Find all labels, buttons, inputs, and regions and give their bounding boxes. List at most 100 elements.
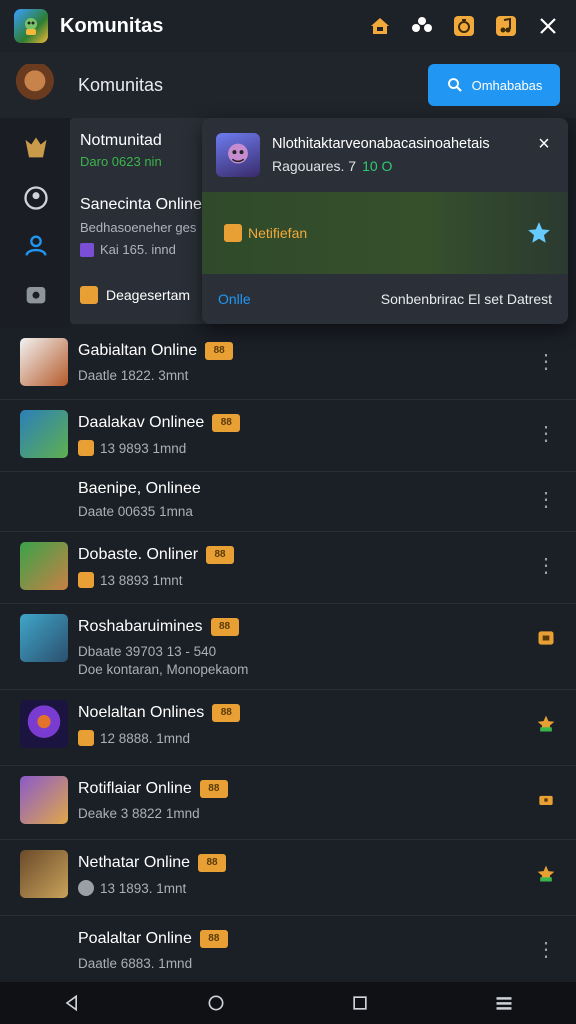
left-rail bbox=[0, 118, 70, 328]
search-community-button[interactable]: Omhababas bbox=[428, 64, 560, 106]
list-item[interactable]: Baenipe, Onlinee Daate 00635 1mna ⋮ bbox=[0, 472, 576, 532]
community-avatar bbox=[16, 64, 58, 106]
profile-icon[interactable] bbox=[18, 180, 54, 216]
popup-subtitle-row: Ragouares. 7 10 O bbox=[272, 158, 554, 174]
card-row2-sub: Bedhasoeneher ges bbox=[80, 220, 197, 235]
list-item[interactable]: Roshabaruimines 88 Dbaate 39703 13 - 540 … bbox=[0, 604, 576, 690]
more-options-icon[interactable]: ⋮ bbox=[536, 490, 556, 510]
avatar bbox=[20, 850, 68, 898]
rank-badge: 88 bbox=[199, 780, 228, 798]
recents-icon[interactable] bbox=[348, 991, 372, 1015]
member-name: Dobaste. Onliner bbox=[78, 546, 199, 563]
member-name: Daalakav Onlinee bbox=[78, 414, 205, 431]
list-item[interactable]: Dobaste. Onliner 88 13 8893 1mnt ⋮ bbox=[0, 532, 576, 604]
back-icon[interactable] bbox=[60, 991, 84, 1015]
member-meta: Daate 00635 1mna bbox=[78, 504, 193, 519]
trophy-icon[interactable] bbox=[536, 628, 556, 648]
users-icon[interactable] bbox=[18, 228, 54, 264]
card-title: Notmunitad bbox=[80, 132, 162, 149]
more-options-icon[interactable]: ⋮ bbox=[536, 556, 556, 576]
member-name: Gabialtan Online bbox=[78, 342, 198, 359]
popup-name: Nlothitaktarveonabacasinoahetais bbox=[272, 136, 490, 152]
close-icon[interactable] bbox=[534, 12, 562, 40]
popup-online-link[interactable]: Onlle bbox=[218, 291, 251, 307]
card-row3[interactable]: Deagesertam bbox=[80, 286, 190, 304]
search-icon bbox=[447, 78, 462, 92]
crown-icon bbox=[78, 572, 94, 588]
star-icon[interactable] bbox=[536, 864, 556, 884]
popup-body: Netifiefan bbox=[202, 192, 568, 274]
star-icon[interactable] bbox=[526, 220, 552, 246]
notification-card-background: Notmunitad Daro 0623 nin Sanecinta Onlin… bbox=[70, 118, 220, 324]
rank-badge: 88 bbox=[212, 704, 241, 722]
popup-close-button[interactable]: × bbox=[534, 134, 554, 154]
popup-footer: Onlle Sonbenbrirac El set Datrest bbox=[202, 274, 568, 324]
music-icon[interactable] bbox=[492, 12, 520, 40]
member-meta: Daatle 1822. 3mnt bbox=[78, 368, 189, 383]
community-icon[interactable] bbox=[408, 12, 436, 40]
search-community-label: Omhababas bbox=[471, 77, 543, 93]
game-icon bbox=[80, 242, 94, 257]
list-item[interactable]: Rotiflaiar Online 88 Deake 3 8822 1mnd bbox=[0, 766, 576, 840]
popup-header: Nlothitaktarveonabacasinoahetais Ragouar… bbox=[202, 118, 568, 192]
helmet-icon[interactable] bbox=[18, 130, 54, 166]
member-name: Baenipe, Onlinee bbox=[78, 480, 201, 497]
rank-badge: 88 bbox=[210, 618, 239, 636]
more-options-icon[interactable]: ⋮ bbox=[536, 940, 556, 960]
member-meta: Daatle 6883. 1mnd bbox=[78, 956, 193, 971]
card-title-sub: Daro 0623 nin bbox=[80, 154, 162, 169]
trophy-icon bbox=[80, 286, 98, 304]
rank-badge: 88 bbox=[212, 414, 241, 432]
timer-icon[interactable] bbox=[450, 12, 478, 40]
member-list: Gabialtan Online 88 Daatle 1822. 3mnt ⋮ D… bbox=[0, 328, 576, 986]
list-item[interactable]: Nethatar Online 88 13 1893. 1mnt bbox=[0, 840, 576, 916]
avatar bbox=[20, 542, 68, 590]
sword-icon bbox=[78, 880, 94, 896]
avatar bbox=[20, 614, 68, 662]
system-nav-bar bbox=[0, 982, 576, 1024]
member-name: Poalaltar Online bbox=[78, 930, 192, 947]
member-name: Rotiflaiar Online bbox=[78, 780, 192, 797]
avatar bbox=[20, 776, 68, 824]
popup-footer-text: Sonbenbrirac El set Datrest bbox=[380, 291, 552, 307]
rank-badge: 88 bbox=[199, 930, 228, 948]
member-meta: 13 8893 1mnt bbox=[100, 572, 183, 588]
list-item[interactable]: Poalaltar Online 88 Daatle 6883. 1mnd ⋮ bbox=[0, 916, 576, 986]
card-row2-meta-wrap: Kai 165. innd bbox=[80, 242, 176, 257]
top-app-bar: Komunitas bbox=[0, 0, 576, 52]
star-icon[interactable] bbox=[536, 714, 556, 734]
member-meta: Deake 3 8822 1mnd bbox=[78, 806, 200, 821]
list-item[interactable]: Noelaltan Onlines 88 12 8888. 1mnd bbox=[0, 690, 576, 766]
home-circle-icon[interactable] bbox=[204, 991, 228, 1015]
avatar bbox=[20, 410, 68, 458]
card-row2-title: Sanecinta Online bbox=[80, 196, 202, 213]
popup-subtitle: Ragouares. 7 bbox=[272, 158, 357, 174]
list-item[interactable]: Gabialtan Online 88 Daatle 1822. 3mnt ⋮ bbox=[0, 328, 576, 400]
member-meta: 12 8888. 1mnd bbox=[100, 730, 191, 746]
member-meta: Dbaate 39703 13 - 540 bbox=[78, 644, 217, 659]
home-icon[interactable] bbox=[366, 12, 394, 40]
popup-tag-label: Netifiefan bbox=[248, 225, 308, 241]
chest-icon[interactable] bbox=[536, 790, 556, 810]
rank-badge: 88 bbox=[205, 342, 234, 360]
list-item[interactable]: Daalakav Onlinee 88 13 9893 1mnd ⋮ bbox=[0, 400, 576, 472]
crown-icon bbox=[78, 440, 94, 456]
popup-tag[interactable]: Netifiefan bbox=[224, 224, 307, 242]
menu-icon[interactable] bbox=[492, 991, 516, 1015]
app-logo-icon[interactable] bbox=[14, 9, 48, 43]
app-title: Komunitas bbox=[60, 14, 164, 37]
rank-badge: 88 bbox=[206, 546, 235, 564]
card-row3-label: Deagesertam bbox=[106, 287, 191, 303]
community-title: Komunitas bbox=[78, 74, 164, 95]
community-header: Komunitas Omhababas bbox=[0, 52, 576, 118]
popup-avatar bbox=[216, 133, 260, 177]
member-name: Roshabaruimines bbox=[78, 618, 203, 635]
card-row2-meta: Kai 165. innd bbox=[100, 242, 176, 257]
more-options-icon[interactable]: ⋮ bbox=[536, 352, 556, 372]
member-meta: 13 1893. 1mnt bbox=[100, 880, 187, 896]
rank-badge: 88 bbox=[198, 854, 227, 872]
settings-icon[interactable] bbox=[18, 276, 54, 312]
member-name: Noelaltan Onlines bbox=[78, 704, 205, 721]
crown-icon bbox=[78, 730, 94, 746]
more-options-icon[interactable]: ⋮ bbox=[536, 424, 556, 444]
